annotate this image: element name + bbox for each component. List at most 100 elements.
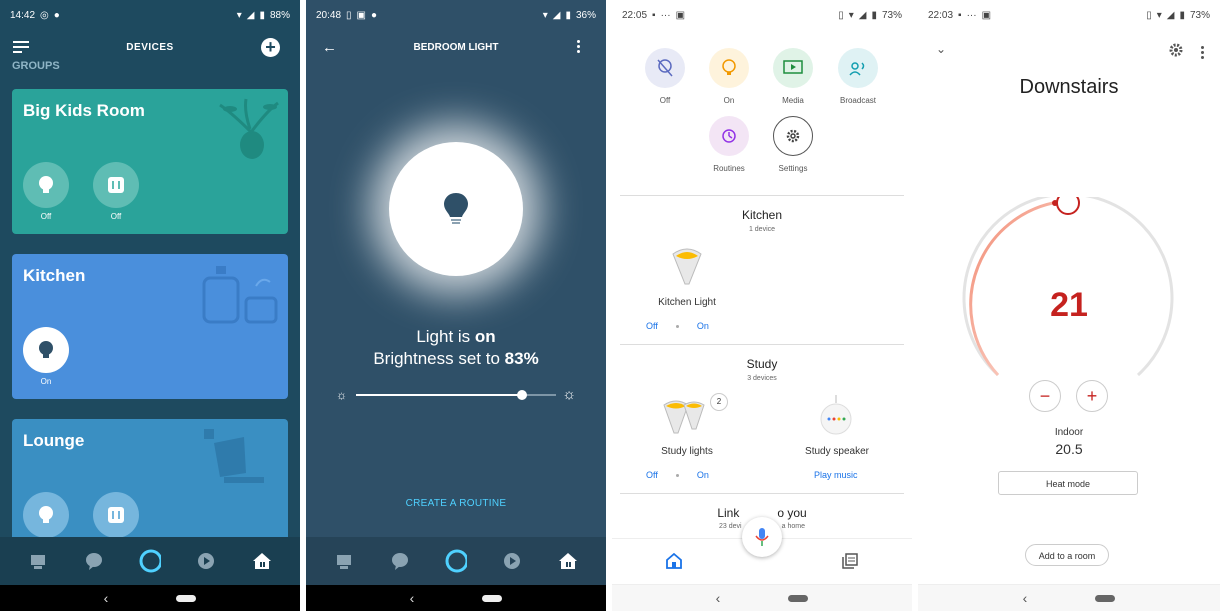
battery-level: 36% [575, 9, 596, 21]
home-pill-icon[interactable] [788, 594, 809, 602]
communicate-tab-icon[interactable] [83, 550, 105, 572]
home-tab-icon[interactable] [666, 553, 682, 569]
on-button[interactable]: On [697, 321, 709, 331]
device-name[interactable]: Study lights [627, 446, 747, 457]
room-name: Kitchen [741, 208, 783, 222]
status-bar: 20:48 ▯ ▣ ● ▾ ◢ ▮ 36% [306, 0, 606, 30]
group-card-kitchen[interactable]: Kitchen On [12, 254, 288, 399]
separator-dot [675, 473, 679, 477]
broadcast-icon [838, 48, 878, 88]
dial-handle[interactable] [1056, 197, 1080, 215]
group-card-lounge[interactable]: Lounge [12, 419, 288, 549]
vibrate-icon: ▯ [838, 9, 844, 21]
slider-thumb[interactable] [517, 390, 527, 400]
feed-tab-icon[interactable] [842, 553, 858, 569]
light-device-button[interactable] [23, 162, 69, 208]
room-device-count: 1 device [748, 226, 776, 233]
add-device-button[interactable]: + [261, 38, 280, 57]
home-pill-icon[interactable] [482, 594, 503, 602]
play-music-button[interactable]: Play music [814, 470, 858, 480]
android-nav-bar: ‹ [612, 584, 912, 611]
image-icon: ▪ [652, 9, 656, 21]
speaker-icon[interactable] [819, 395, 853, 437]
routines-icon [709, 116, 749, 156]
signal-icon: ◢ [246, 9, 255, 21]
signal-icon: ◢ [552, 9, 561, 21]
devices-tab-icon[interactable] [251, 550, 273, 572]
alexa-icon[interactable] [139, 549, 161, 573]
mic-icon[interactable] [742, 517, 782, 557]
increase-temperature-button[interactable]: + [1076, 380, 1108, 412]
back-icon[interactable]: ‹ [410, 591, 415, 605]
play-music-link[interactable]: Play music [814, 470, 858, 480]
action-broadcast[interactable]: Broadcast [828, 48, 888, 105]
action-media[interactable]: Media [763, 48, 823, 105]
play-tab-icon[interactable] [501, 550, 523, 572]
alexa-devices-screen: 14:42 ◎ ● ▾ ◢ ▮ 88% DEVICES + GROUPS Big Kids… [0, 0, 300, 611]
create-routine-link[interactable]: CREATE A ROUTINE [306, 498, 606, 509]
signal-icon: ◢ [858, 9, 867, 21]
section-count-start: 23 devi [719, 523, 742, 530]
notification-icon: ● [53, 9, 60, 21]
back-icon[interactable]: ‹ [104, 591, 109, 605]
kitchen-light-toggle: Off On [646, 321, 709, 331]
slider-fill [356, 394, 522, 396]
divider [620, 493, 904, 494]
action-settings[interactable]: Settings [763, 116, 823, 173]
more-options-icon[interactable] [1201, 46, 1204, 61]
page-title: DEVICES [126, 42, 174, 53]
light-device-button[interactable] [23, 327, 69, 373]
plug-device-button[interactable] [93, 162, 139, 208]
page-title: BEDROOM LIGHT [413, 42, 499, 53]
alexa-icon[interactable] [445, 549, 467, 573]
heat-mode-button[interactable]: Heat mode [998, 471, 1138, 495]
back-icon[interactable]: ‹ [716, 591, 721, 605]
on-button[interactable]: On [697, 470, 709, 480]
collapse-chevron-icon[interactable]: ⌄ [936, 42, 946, 56]
light-power-button[interactable] [389, 142, 523, 276]
battery-icon: ▮ [871, 9, 877, 21]
cast-icon: ▣ [356, 9, 366, 21]
off-button[interactable]: Off [646, 321, 658, 331]
communicate-tab-icon[interactable] [389, 550, 411, 572]
light-device-button[interactable] [23, 492, 69, 538]
room-device-count: 3 devices [747, 375, 777, 382]
brightness-slider[interactable]: ☼ ☼ [336, 386, 576, 403]
action-routines[interactable]: Routines [699, 116, 759, 173]
devices-tab-icon[interactable] [557, 550, 579, 572]
group-card-big-kids-room[interactable]: Big Kids Room Off Off [12, 89, 288, 234]
play-tab-icon[interactable] [195, 550, 217, 572]
decrease-temperature-button[interactable]: − [1029, 380, 1061, 412]
action-off[interactable]: Off [635, 48, 695, 105]
device-name[interactable]: Kitchen Light [627, 297, 747, 308]
plug-device-button[interactable] [93, 492, 139, 538]
more-options-icon[interactable] [577, 40, 580, 55]
light-off-icon [645, 48, 685, 88]
android-nav-bar: ‹ [0, 585, 300, 611]
status-time: 20:48 [316, 9, 342, 21]
study-lights-bulb-icon[interactable] [662, 395, 712, 437]
brightness-prefix: Brightness set to [373, 349, 505, 368]
home-tab-icon[interactable] [27, 550, 49, 572]
divider [620, 195, 904, 196]
action-label: Media [782, 96, 804, 105]
brightness-high-icon: ☼ [562, 386, 576, 403]
settings-gear-icon[interactable] [1168, 42, 1184, 58]
home-pill-icon[interactable] [176, 594, 197, 602]
device-name[interactable]: Study speaker [777, 446, 897, 457]
home-pill-icon[interactable] [1095, 594, 1116, 602]
bottom-tab-bar [0, 537, 300, 585]
status-time: 22:05 [622, 9, 648, 21]
off-button[interactable]: Off [646, 470, 658, 480]
brightness-value: 83% [504, 349, 539, 368]
more-notifications-icon: ··· [966, 9, 977, 21]
back-icon[interactable]: ‹ [1023, 591, 1028, 605]
action-on[interactable]: On [699, 48, 759, 105]
kitchen-light-bulb-icon[interactable] [670, 244, 704, 288]
battery-level: 73% [1189, 9, 1210, 21]
chair-illustration-icon [204, 429, 264, 483]
add-to-room-button[interactable]: Add to a room [1025, 544, 1109, 566]
home-tab-icon[interactable] [333, 550, 355, 572]
study-lights-toggle: Off On [646, 470, 709, 480]
action-label: Settings [778, 164, 808, 173]
